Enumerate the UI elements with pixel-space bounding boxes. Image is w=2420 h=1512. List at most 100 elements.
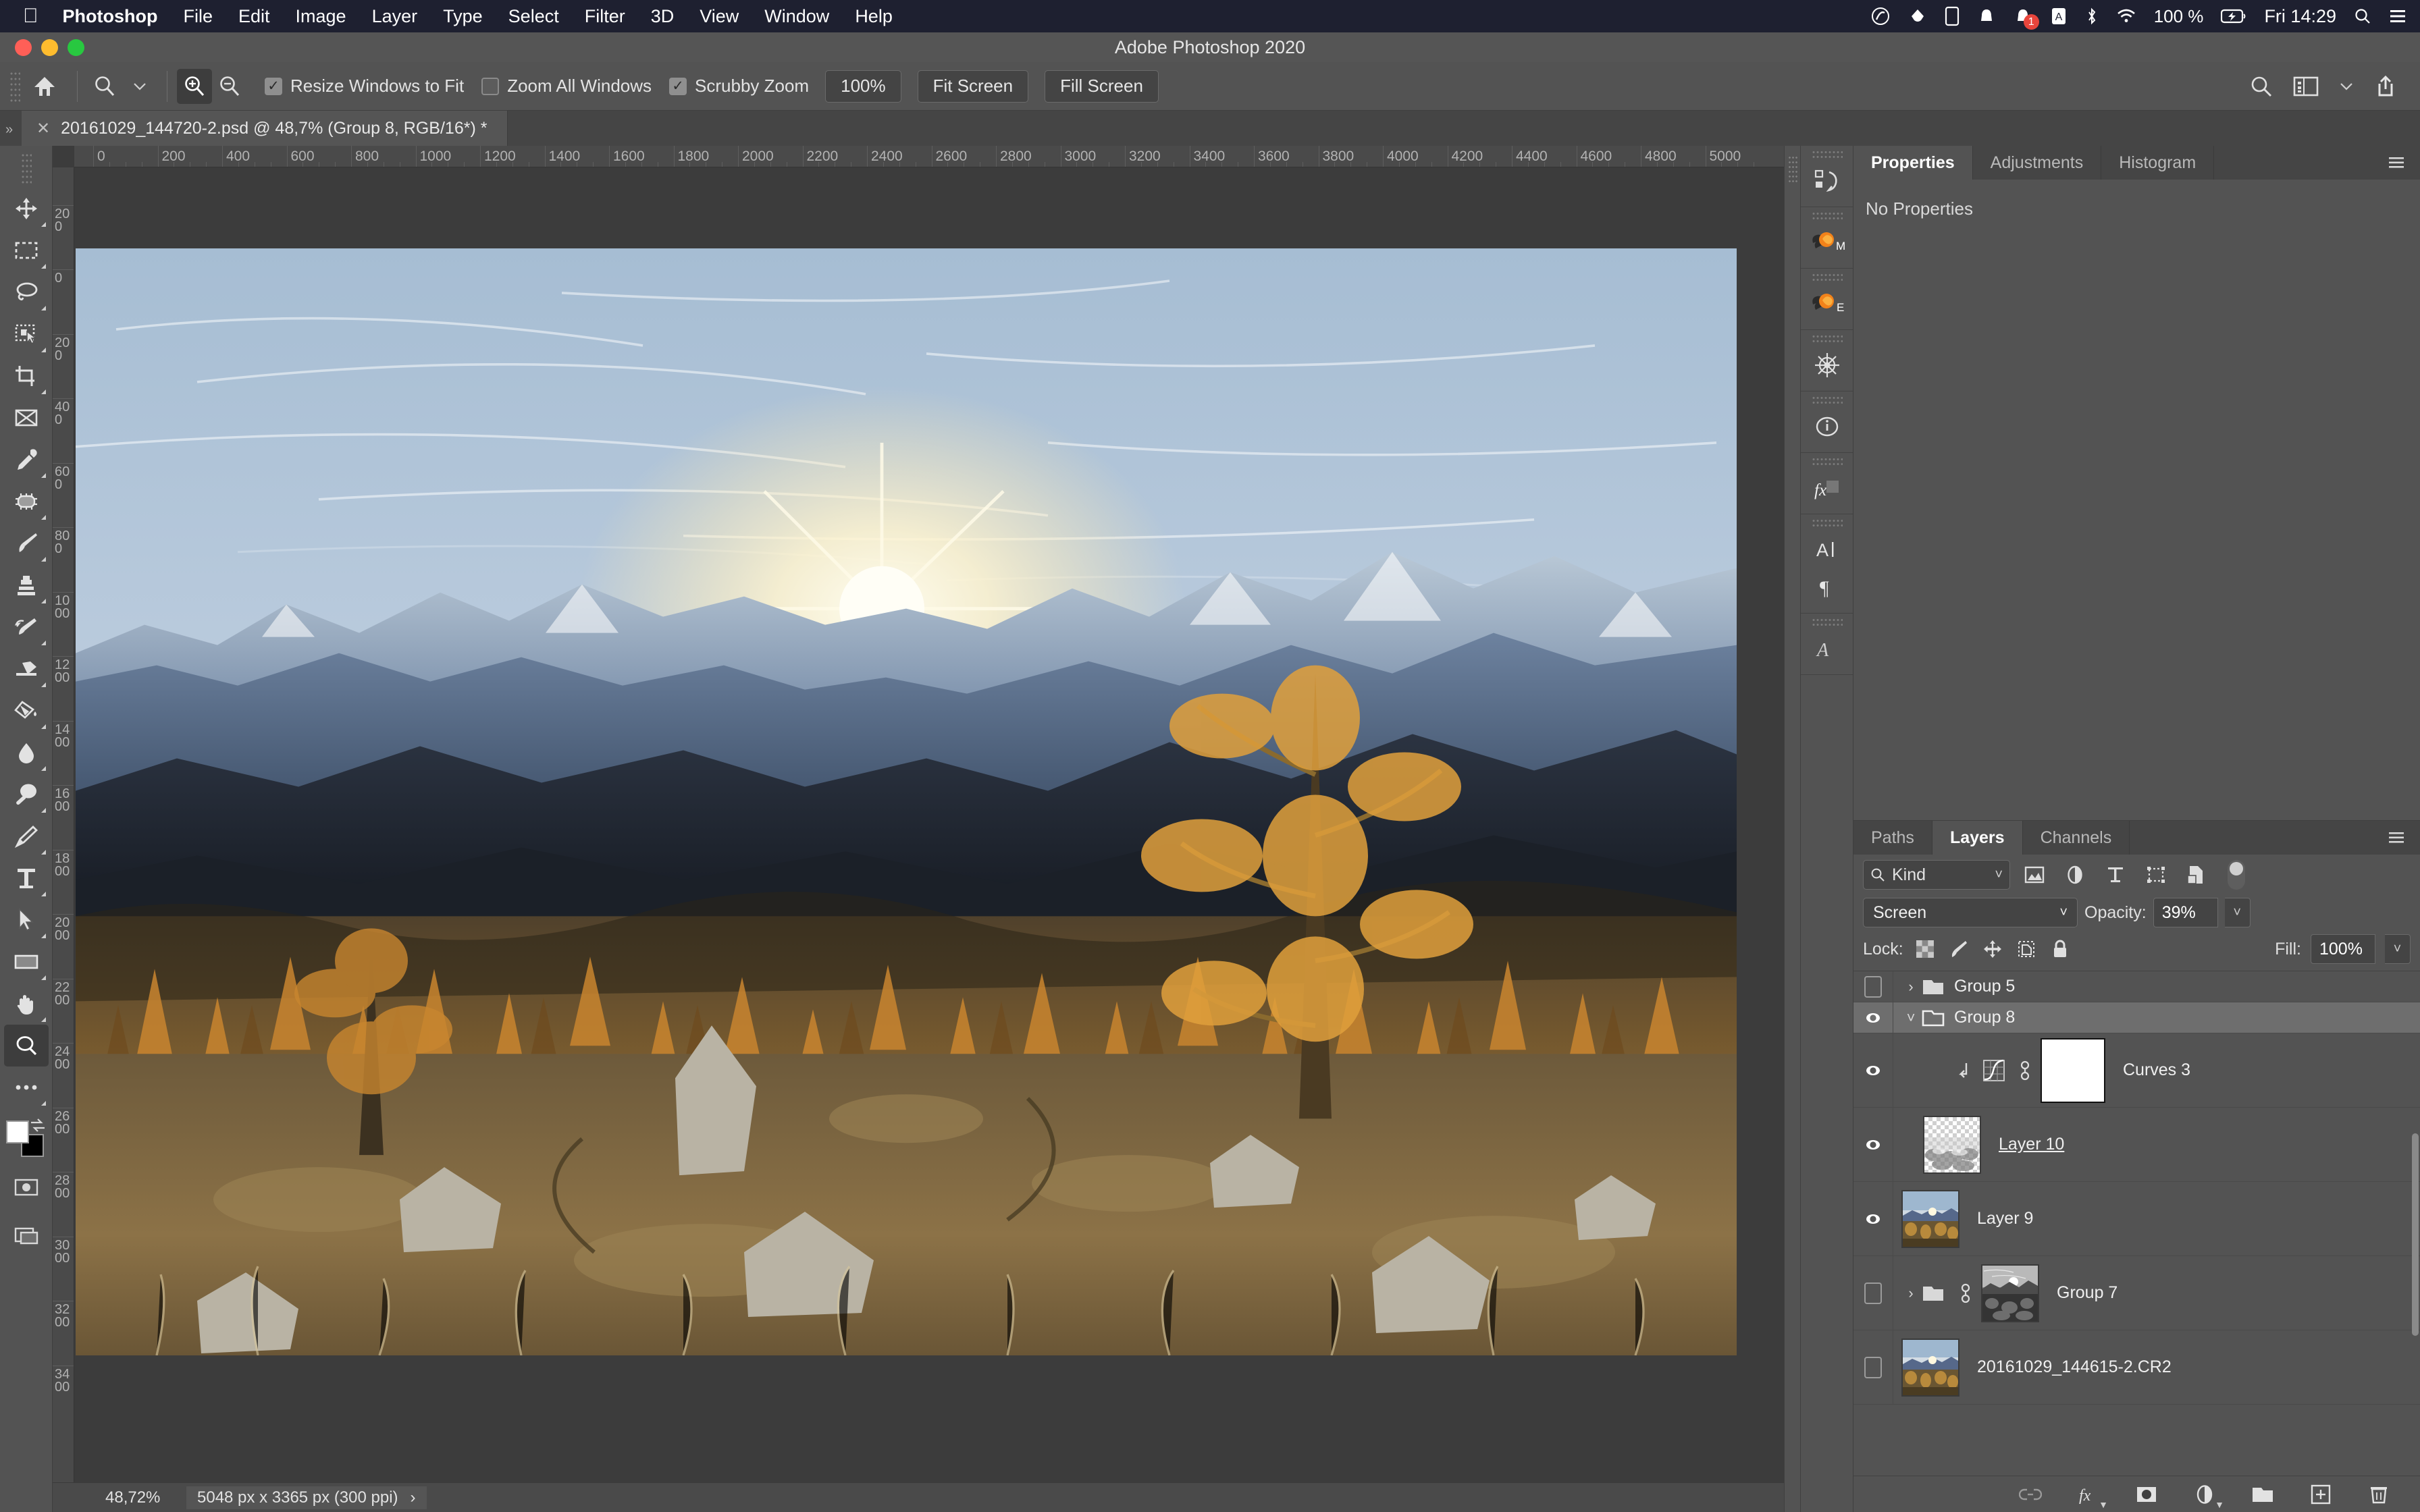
tab-adjustments[interactable]: Adjustments bbox=[1973, 146, 2102, 180]
layer-content[interactable]: Curves 3 bbox=[1893, 1033, 2420, 1107]
table-row[interactable]: › Group 7 bbox=[1853, 1256, 2420, 1330]
clone-stamp-tool[interactable] bbox=[4, 564, 49, 606]
link-icon[interactable] bbox=[1954, 1282, 1977, 1305]
menu-item-help[interactable]: Help bbox=[855, 6, 893, 27]
fill-stepper-chevron-down-icon[interactable]: ˅ bbox=[2385, 934, 2411, 964]
panel-menu-icon[interactable] bbox=[2373, 146, 2420, 180]
opacity-stepper-chevron-down-icon[interactable]: ˅ bbox=[2224, 898, 2251, 927]
menu-item-view[interactable]: View bbox=[700, 6, 739, 27]
layer-visibility-toggle[interactable] bbox=[1853, 1282, 1893, 1304]
link-icon[interactable] bbox=[2014, 1059, 2036, 1082]
layer-list[interactable]: › Group 5 ˅ Group 8 Curves 3 Layer 10 La… bbox=[1853, 971, 2420, 1476]
checkbox-unchecked-icon[interactable] bbox=[481, 77, 500, 95]
wifi-icon[interactable] bbox=[2116, 8, 2136, 24]
control-center-icon[interactable] bbox=[2389, 9, 2406, 24]
checkbox-checked-icon[interactable]: ✓ bbox=[265, 77, 282, 95]
type-tool[interactable] bbox=[4, 857, 49, 899]
layer-visibility-toggle[interactable] bbox=[1853, 1210, 1893, 1228]
table-row[interactable]: Layer 9 bbox=[1853, 1182, 2420, 1256]
rail-gripper[interactable] bbox=[1811, 618, 1843, 626]
checkbox-checked-icon[interactable]: ✓ bbox=[669, 77, 687, 95]
layer-filter-kind-select[interactable]: Kind ˅ bbox=[1863, 860, 2010, 890]
chevron-down-icon[interactable]: ˅ bbox=[1995, 867, 2003, 883]
table-row[interactable]: Layer 10 bbox=[1853, 1108, 2420, 1182]
layer-content[interactable]: › Group 7 bbox=[1893, 1256, 2420, 1330]
gradient-tool[interactable] bbox=[4, 690, 49, 732]
paragraph-panel-icon[interactable]: ¶ bbox=[1806, 568, 1848, 606]
smart-object-filter-icon[interactable] bbox=[2180, 860, 2213, 890]
layer-name[interactable]: 20161029_144615-2.CR2 bbox=[1977, 1357, 2172, 1377]
table-row[interactable]: ˅ Group 8 bbox=[1853, 1002, 2420, 1033]
rail-gripper[interactable] bbox=[1811, 150, 1843, 158]
chevron-right-icon[interactable]: › bbox=[1901, 1285, 1920, 1302]
close-icon[interactable]: ✕ bbox=[36, 119, 50, 138]
layer-visibility-toggle[interactable] bbox=[1853, 1356, 1893, 1378]
tab-layers[interactable]: Layers bbox=[1932, 821, 2023, 855]
zoom-100-button[interactable]: 100% bbox=[825, 70, 901, 103]
filter-enable-toggle[interactable] bbox=[2228, 860, 2245, 890]
options-bar-gripper[interactable] bbox=[9, 70, 20, 102]
tools-panel-gripper[interactable] bbox=[20, 153, 32, 184]
zoom-tool-icon[interactable] bbox=[87, 69, 122, 104]
pen-tool[interactable] bbox=[4, 815, 49, 857]
menu-item-3d[interactable]: 3D bbox=[651, 6, 675, 27]
layer-visibility-toggle[interactable] bbox=[1853, 1008, 1893, 1027]
menu-item-file[interactable]: File bbox=[183, 6, 213, 27]
layer-visibility-toggle[interactable] bbox=[1853, 1135, 1893, 1154]
lock-transparency-icon[interactable] bbox=[1913, 937, 1937, 961]
path-selection-tool[interactable] bbox=[4, 899, 49, 941]
layer-content[interactable]: › Group 5 bbox=[1893, 971, 2420, 1002]
layer-content[interactable]: 20161029_144615-2.CR2 bbox=[1893, 1330, 2420, 1404]
document-canvas[interactable] bbox=[76, 248, 1737, 1355]
menu-item-window[interactable]: Window bbox=[764, 6, 829, 27]
lasso-tool[interactable] bbox=[4, 271, 49, 313]
vertical-ruler[interactable]: 0 2000 200 400 600 800 1000 1200 1400 1600 1800 200… bbox=[53, 167, 74, 1482]
notification-icon[interactable]: 1 bbox=[2014, 7, 2039, 30]
chevron-right-icon[interactable]: › bbox=[411, 1488, 416, 1507]
layer-name[interactable]: Layer 9 bbox=[1977, 1209, 2033, 1228]
character-panel-icon[interactable]: A bbox=[1806, 531, 1848, 568]
blend-mode-select[interactable]: Screen ˅ bbox=[1863, 898, 2078, 927]
bluetooth-icon[interactable] bbox=[2085, 7, 2099, 26]
new-adjustment-layer-icon[interactable]: ▼ bbox=[2190, 1480, 2224, 1510]
menu-item-select[interactable]: Select bbox=[508, 6, 559, 27]
layer-visibility-toggle[interactable] bbox=[1853, 1061, 1893, 1080]
rail-gripper[interactable] bbox=[1811, 396, 1843, 404]
new-layer-icon[interactable] bbox=[2307, 1480, 2335, 1509]
quick-mask-icon[interactable] bbox=[4, 1168, 49, 1207]
fit-screen-button[interactable]: Fit Screen bbox=[917, 70, 1029, 103]
layer-name[interactable]: Group 7 bbox=[2057, 1283, 2118, 1303]
new-group-icon[interactable] bbox=[2248, 1480, 2277, 1509]
zoom-tool[interactable] bbox=[3, 1025, 49, 1066]
rectangle-tool[interactable] bbox=[4, 941, 49, 983]
layer-name[interactable]: Curves 3 bbox=[2123, 1060, 2190, 1080]
menu-item-layer[interactable]: Layer bbox=[372, 6, 418, 27]
resize-windows-to-fit-checkbox[interactable]: ✓ Resize Windows to Fit bbox=[265, 76, 464, 97]
table-row[interactable]: 20161029_144615-2.CR2 bbox=[1853, 1330, 2420, 1405]
pixel-filter-icon[interactable] bbox=[2018, 860, 2051, 890]
blur-tool[interactable] bbox=[4, 732, 49, 774]
crop-tool[interactable] bbox=[4, 355, 49, 397]
rail-gripper[interactable] bbox=[1811, 518, 1843, 526]
zoom-level-label[interactable]: 48,72% bbox=[105, 1488, 186, 1507]
brush-tool[interactable] bbox=[4, 522, 49, 564]
link-layers-icon[interactable] bbox=[2016, 1480, 2045, 1509]
adjustment-filter-icon[interactable] bbox=[2059, 860, 2091, 890]
eraser-tool[interactable] bbox=[4, 648, 49, 690]
shape-filter-icon[interactable] bbox=[2140, 860, 2172, 890]
zoom-all-windows-checkbox[interactable]: Zoom All Windows bbox=[481, 76, 652, 97]
add-layer-mask-icon[interactable] bbox=[2132, 1480, 2161, 1509]
dodge-tool[interactable] bbox=[4, 774, 49, 815]
edit-toolbar-ellipsis-icon[interactable] bbox=[4, 1066, 49, 1108]
add-layer-style-icon[interactable]: fx ▼ bbox=[2074, 1480, 2108, 1510]
workspace-switcher-icon[interactable] bbox=[2293, 76, 2319, 97]
input-source-icon[interactable]: A bbox=[2050, 7, 2068, 26]
glyphs-panel-icon[interactable]: A bbox=[1806, 630, 1848, 668]
search-icon[interactable] bbox=[2250, 75, 2273, 98]
lock-artboard-icon[interactable] bbox=[2014, 937, 2038, 961]
frame-tool[interactable] bbox=[4, 397, 49, 439]
device-icon[interactable] bbox=[1945, 6, 1959, 26]
bell-icon[interactable] bbox=[1977, 7, 1996, 26]
layer-thumbnail[interactable] bbox=[1981, 1264, 2039, 1322]
type-filter-icon[interactable] bbox=[2099, 860, 2132, 890]
